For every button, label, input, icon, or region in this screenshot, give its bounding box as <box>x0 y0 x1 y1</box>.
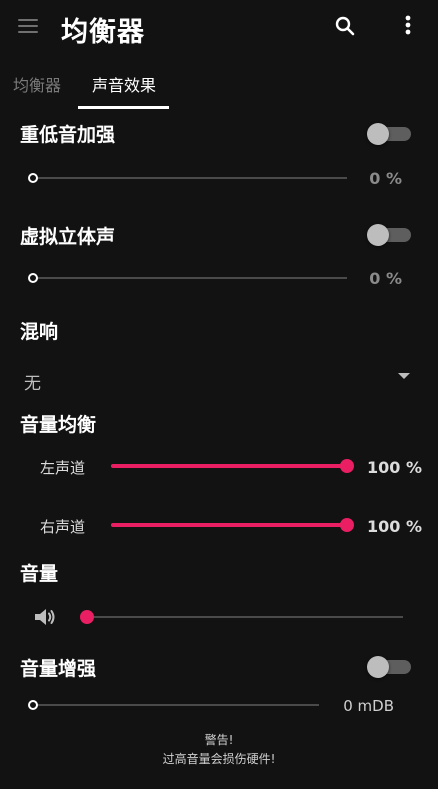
slider-thumb[interactable] <box>340 518 354 532</box>
left-channel-slider[interactable] <box>111 458 354 474</box>
warning-title: 警告! <box>204 733 234 747</box>
right-channel-label: 右声道 <box>40 518 86 536</box>
speaker-icon <box>35 609 55 625</box>
virtualizer-title: 虚拟立体声 <box>20 226 116 248</box>
search-button[interactable] <box>327 8 363 44</box>
bass-boost-switch[interactable] <box>367 121 413 147</box>
hamburger-menu-icon-line <box>18 31 38 33</box>
slider-thumb[interactable] <box>80 610 94 624</box>
virtualizer-value: 0 % <box>369 269 402 288</box>
slider-rail <box>87 616 403 618</box>
search-icon <box>335 16 355 36</box>
dropdown-arrow-icon[interactable] <box>398 373 410 379</box>
loudness-slider[interactable] <box>28 697 319 713</box>
balance-title: 音量均衡 <box>20 414 97 436</box>
toolbar: 均衡器 <box>0 0 438 56</box>
virtualizer-switch[interactable] <box>367 222 413 248</box>
loudness-switch[interactable] <box>367 654 413 680</box>
app-root: 均衡器 均衡器 声音效果 重低音加强 0 % 虚拟立体声 0 % 混响 无 音量… <box>0 0 438 789</box>
tab-sound-effects[interactable]: 声音效果 <box>92 72 156 96</box>
tab-indicator <box>78 106 169 109</box>
slider-rail <box>33 277 347 279</box>
switch-thumb <box>367 656 389 678</box>
right-channel-value: 100 % <box>367 517 422 536</box>
reverb-title: 混响 <box>20 321 59 343</box>
left-channel-label: 左声道 <box>40 459 86 477</box>
slider-fill <box>111 523 347 527</box>
switch-thumb <box>367 123 389 145</box>
bass-boost-slider[interactable] <box>28 170 347 186</box>
menu-button[interactable] <box>12 10 44 42</box>
reverb-selected-value: 无 <box>24 374 41 394</box>
reverb-dropdown[interactable]: 无 <box>0 360 438 400</box>
bass-boost-title: 重低音加强 <box>20 124 116 146</box>
tab-equalizer[interactable]: 均衡器 <box>13 72 61 96</box>
volume-slider[interactable] <box>80 609 403 625</box>
slider-thumb[interactable] <box>28 173 38 183</box>
tab-bar: 均衡器 声音效果 <box>0 62 438 110</box>
more-options-button[interactable] <box>390 8 426 44</box>
slider-rail <box>33 704 319 706</box>
loudness-value: 0 mDB <box>343 697 394 715</box>
slider-rail <box>33 177 347 179</box>
slider-thumb[interactable] <box>28 700 38 710</box>
switch-thumb <box>367 224 389 246</box>
hamburger-menu-icon-line <box>18 25 38 27</box>
slider-thumb[interactable] <box>340 459 354 473</box>
slider-thumb[interactable] <box>28 273 38 283</box>
bass-boost-value: 0 % <box>369 169 402 188</box>
hamburger-menu-icon <box>18 19 38 21</box>
volume-title: 音量 <box>20 563 59 585</box>
virtualizer-slider[interactable] <box>28 270 347 286</box>
right-channel-slider[interactable] <box>111 517 354 533</box>
more-vert-icon <box>405 15 411 35</box>
app-title: 均衡器 <box>61 17 145 48</box>
warning-message: 过高音量会损伤硬件! <box>162 752 276 766</box>
left-channel-value: 100 % <box>367 458 422 477</box>
slider-fill <box>111 464 347 468</box>
loudness-title: 音量增强 <box>20 658 97 680</box>
